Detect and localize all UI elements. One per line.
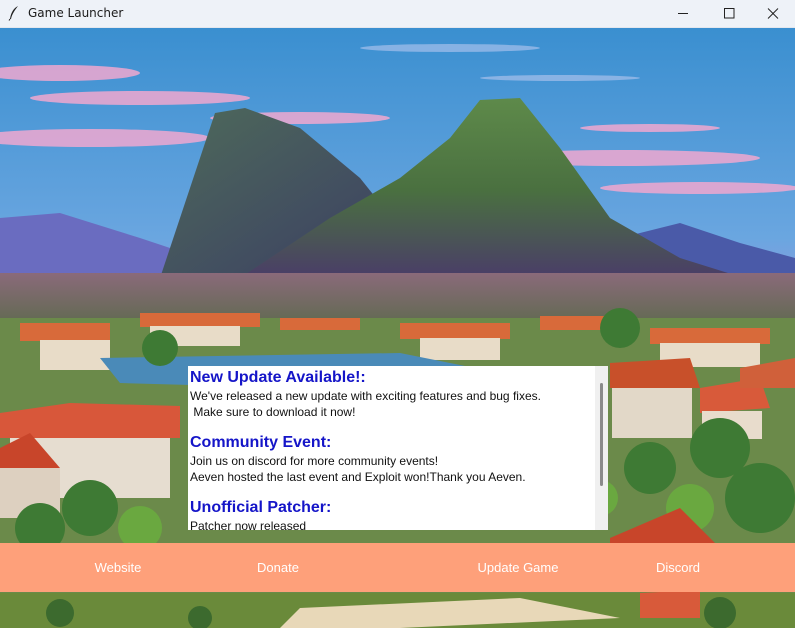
- close-icon: [767, 8, 779, 19]
- quill-icon: [8, 6, 18, 21]
- background-landscape: [0, 28, 795, 628]
- news-item: Unofficial Patcher: Patcher now released: [190, 498, 592, 530]
- news-heading: Community Event:: [190, 434, 332, 451]
- news-heading: New Update Available!:: [190, 369, 366, 386]
- news-text: Make sure to download it now!: [190, 405, 356, 419]
- discord-button[interactable]: Discord: [618, 543, 738, 592]
- news-text: Join us on discord for more community ev…: [190, 454, 439, 468]
- news-text: Aeven hosted the last event and Exploit …: [190, 470, 526, 484]
- maximize-icon: [724, 8, 735, 19]
- minimize-icon: [678, 13, 688, 14]
- button-bar: Website Donate Update Game Discord: [0, 543, 795, 592]
- close-button[interactable]: [750, 0, 795, 27]
- donate-button[interactable]: Donate: [218, 543, 338, 592]
- title-bar: Game Launcher: [0, 0, 795, 28]
- news-text: We've released a new update with excitin…: [190, 389, 541, 403]
- maximize-button[interactable]: [706, 0, 752, 27]
- news-scrollbar[interactable]: [595, 366, 608, 530]
- window-title: Game Launcher: [28, 6, 124, 20]
- minimize-button[interactable]: [660, 0, 706, 27]
- news-text: Patcher now released: [190, 519, 307, 530]
- update-game-button[interactable]: Update Game: [458, 543, 578, 592]
- news-item: New Update Available!: We've released a …: [190, 368, 592, 420]
- website-button[interactable]: Website: [58, 543, 178, 592]
- scrollbar-thumb[interactable]: [600, 383, 603, 486]
- news-panel[interactable]: New Update Available!: We've released a …: [188, 366, 608, 530]
- news-heading: Unofficial Patcher:: [190, 499, 332, 516]
- news-item: Community Event: Join us on discord for …: [190, 433, 592, 485]
- news-content: New Update Available!: We've released a …: [190, 368, 592, 530]
